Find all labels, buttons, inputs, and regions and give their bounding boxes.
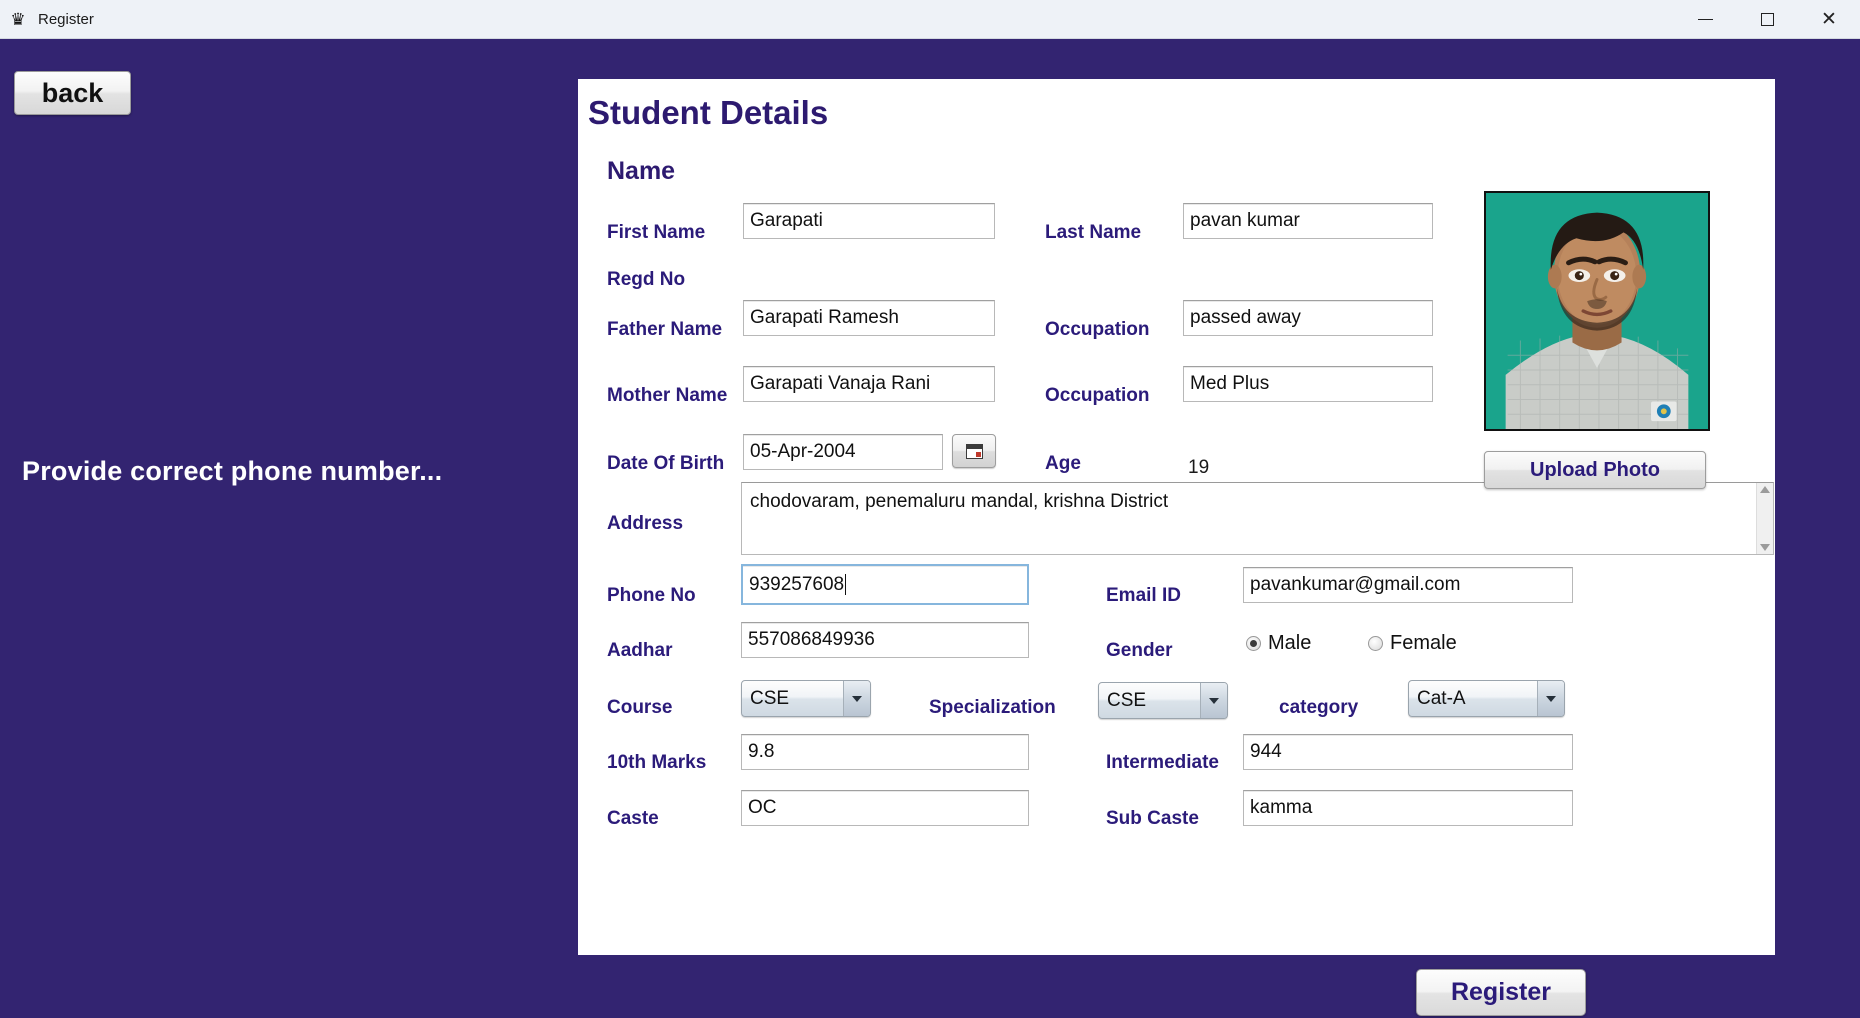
window-titlebar: ♛ Register ✕ — [0, 0, 1860, 39]
tenth-marks-input[interactable]: 9.8 — [741, 734, 1029, 770]
mother-occupation-input[interactable]: Med Plus — [1183, 366, 1433, 402]
father-occupation-input[interactable]: passed away — [1183, 300, 1433, 336]
gender-option-female[interactable]: Female — [1368, 632, 1457, 655]
label-tenth-marks: 10th Marks — [607, 752, 707, 773]
app-icon: ♛ — [10, 9, 26, 29]
label-last-name: Last Name — [1045, 222, 1142, 243]
label-caste: Caste — [607, 808, 659, 829]
label-age: Age — [1045, 453, 1081, 474]
chevron-down-icon[interactable] — [843, 681, 870, 716]
gender-option-male[interactable]: Male — [1246, 632, 1311, 655]
date-of-birth-input[interactable]: 05-Apr-2004 — [743, 434, 943, 470]
specialization-dropdown[interactable]: CSE — [1098, 682, 1228, 719]
close-icon: ✕ — [1821, 8, 1837, 30]
label-date-of-birth: Date Of Birth — [607, 453, 725, 474]
page-title: Student Details — [588, 94, 829, 131]
radio-male-icon[interactable] — [1246, 636, 1261, 651]
label-sub-caste: Sub Caste — [1106, 808, 1199, 829]
name-group-label: Name — [607, 157, 676, 185]
father-name-input[interactable]: Garapati Ramesh — [743, 300, 995, 336]
label-phone-no: Phone No — [607, 585, 696, 606]
specialization-dropdown-value: CSE — [1107, 689, 1147, 711]
label-specialization: Specialization — [929, 697, 1056, 718]
sub-caste-input[interactable]: kamma — [1243, 790, 1573, 826]
app-stage: back Provide correct phone number... Stu… — [0, 39, 1860, 1018]
label-intermediate: Intermediate — [1106, 752, 1219, 773]
label-gender: Gender — [1106, 640, 1173, 661]
phone-no-value: 939257608 — [749, 573, 845, 595]
email-id-input[interactable]: pavankumar@gmail.com — [1243, 567, 1573, 603]
caste-input[interactable]: OC — [741, 790, 1029, 826]
register-button[interactable]: Register — [1416, 969, 1586, 1016]
chevron-down-icon[interactable] — [1537, 681, 1564, 716]
course-dropdown[interactable]: CSE — [741, 680, 871, 717]
chevron-down-icon[interactable] — [1200, 683, 1227, 718]
age-value: 19 — [1188, 457, 1210, 478]
label-mother-name: Mother Name — [607, 385, 728, 406]
address-textarea-value: chodovaram, penemaluru mandal, krishna D… — [750, 491, 1169, 512]
minimize-icon — [1697, 18, 1713, 20]
label-mother-occupation: Occupation — [1045, 385, 1150, 406]
student-photo — [1484, 191, 1710, 431]
status-message: Provide correct phone number... — [22, 456, 443, 486]
address-textarea[interactable]: chodovaram, penemaluru mandal, krishna D… — [741, 482, 1774, 555]
app-root: ♛ Register ✕ back Provide correct phone … — [0, 0, 1860, 1018]
label-regd-no: Regd No — [607, 269, 686, 290]
phone-no-input[interactable]: 939257608 — [741, 564, 1029, 605]
titlebar-left-group: ♛ Register — [0, 9, 94, 29]
category-dropdown-value: Cat-A — [1417, 687, 1466, 709]
window-title: Register — [38, 10, 94, 28]
label-father-occupation: Occupation — [1045, 319, 1150, 340]
label-aadhar: Aadhar — [607, 640, 673, 661]
mother-name-input[interactable]: Garapati Vanaja Rani — [743, 366, 995, 402]
calendar-icon — [965, 443, 983, 459]
radio-female-icon[interactable] — [1368, 636, 1383, 651]
maximize-button[interactable] — [1736, 0, 1798, 39]
address-scrollbar[interactable] — [1756, 483, 1773, 554]
category-dropdown[interactable]: Cat-A — [1408, 680, 1565, 717]
gender-male-label: Male — [1268, 632, 1312, 654]
scroll-down-icon[interactable] — [1760, 544, 1770, 551]
label-first-name: First Name — [607, 222, 706, 243]
gender-female-label: Female — [1390, 632, 1457, 654]
text-caret — [845, 574, 847, 595]
label-father-name: Father Name — [607, 319, 723, 340]
label-email-id: Email ID — [1106, 585, 1181, 606]
scroll-up-icon[interactable] — [1760, 486, 1770, 493]
aadhar-input[interactable]: 557086849936 — [741, 622, 1029, 658]
student-photo-image — [1486, 193, 1708, 429]
label-course: Course — [607, 697, 673, 718]
minimize-button[interactable] — [1674, 0, 1736, 39]
course-dropdown-value: CSE — [750, 687, 790, 709]
upload-photo-button[interactable]: Upload Photo — [1484, 451, 1706, 489]
label-address: Address — [607, 513, 684, 534]
label-category: category — [1279, 697, 1359, 718]
date-picker-button[interactable] — [952, 434, 996, 468]
back-button[interactable]: back — [14, 71, 131, 115]
close-button[interactable]: ✕ — [1798, 0, 1860, 39]
first-name-input[interactable]: Garapati — [743, 203, 995, 239]
window-controls: ✕ — [1674, 0, 1860, 39]
intermediate-input[interactable]: 944 — [1243, 734, 1573, 770]
maximize-icon — [1760, 12, 1774, 26]
last-name-input[interactable]: pavan kumar — [1183, 203, 1433, 239]
